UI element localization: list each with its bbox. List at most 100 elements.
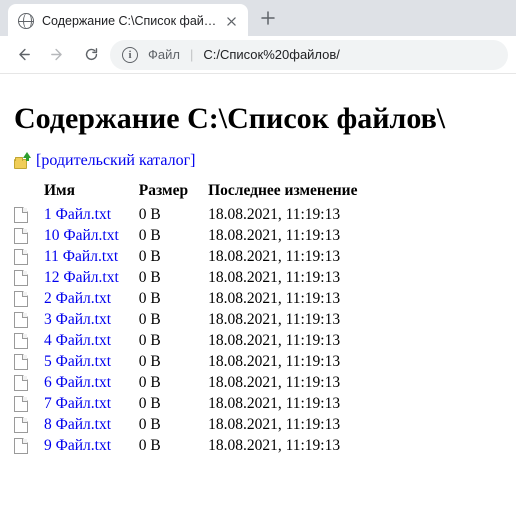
file-modified-cell: 18.08.2021, 11:19:13 [198,225,367,246]
file-icon-cell [14,330,34,351]
file-name-cell: 9 Файл.txt [34,435,129,456]
file-name-cell: 2 Файл.txt [34,288,129,309]
file-name-cell: 6 Файл.txt [34,372,129,393]
file-name-cell: 4 Файл.txt [34,330,129,351]
file-link[interactable]: 6 Файл.txt [44,374,111,391]
file-size-cell: 0 B [129,393,198,414]
site-info-icon[interactable]: i [122,47,138,63]
file-modified-cell: 18.08.2021, 11:19:13 [198,288,367,309]
file-icon-cell [14,435,34,456]
file-icon [14,207,28,223]
file-icon [14,291,28,307]
table-row: 4 Файл.txt 0 B18.08.2021, 11:19:13 [14,330,367,351]
table-row: 1 Файл.txt 0 B18.08.2021, 11:19:13 [14,204,367,225]
col-name: Имя [34,180,129,204]
file-link[interactable]: 1 Файл.txt [44,206,111,223]
file-icon [14,312,28,328]
file-modified-cell: 18.08.2021, 11:19:13 [198,246,367,267]
file-size-cell: 0 B [129,309,198,330]
file-name-cell: 12 Файл.txt [34,267,129,288]
file-size-cell: 0 B [129,330,198,351]
file-modified-cell: 18.08.2021, 11:19:13 [198,393,367,414]
file-icon-cell [14,225,34,246]
toolbar: i Файл | C:/Список%20файлов/ [0,36,516,74]
table-row: 2 Файл.txt 0 B18.08.2021, 11:19:13 [14,288,367,309]
file-modified-cell: 18.08.2021, 11:19:13 [198,267,367,288]
file-icon [14,270,28,286]
table-header-row: Имя Размер Последнее изменение [14,180,367,204]
forward-button[interactable] [42,40,72,70]
file-icon-cell [14,414,34,435]
file-link[interactable]: 7 Файл.txt [44,395,111,412]
file-link[interactable]: 12 Файл.txt [44,269,119,286]
file-size-cell: 0 B [129,351,198,372]
col-size: Размер [129,180,198,204]
file-name-cell: 5 Файл.txt [34,351,129,372]
browser-tab[interactable]: Содержание C:\Список файлов [8,4,248,38]
globe-icon [18,13,34,29]
file-name-cell: 7 Файл.txt [34,393,129,414]
file-link[interactable]: 11 Файл.txt [44,248,118,265]
file-icon-cell [14,393,34,414]
file-size-cell: 0 B [129,435,198,456]
file-icon-cell [14,246,34,267]
table-row: 5 Файл.txt0 B18.08.2021, 11:19:13 [14,351,367,372]
file-icon [14,228,28,244]
reload-button[interactable] [76,40,106,70]
file-link[interactable]: 4 Файл.txt [44,332,111,349]
file-icon-cell [14,351,34,372]
file-link[interactable]: 10 Файл.txt [44,227,119,244]
url-scheme: Файл [148,47,180,62]
file-name-cell: 11 Файл.txt [34,246,129,267]
file-size-cell: 0 B [129,246,198,267]
file-link[interactable]: 5 Файл.txt [44,353,111,370]
file-modified-cell: 18.08.2021, 11:19:13 [198,414,367,435]
file-size-cell: 0 B [129,288,198,309]
tab-bar: Содержание C:\Список файлов [0,0,516,36]
up-folder-icon [14,153,30,169]
tab-title: Содержание C:\Список файлов [42,14,217,28]
table-row: 7 Файл.txt 0 B18.08.2021, 11:19:13 [14,393,367,414]
file-link[interactable]: 3 Файл.txt [44,311,111,328]
file-icon [14,396,28,412]
file-icon-cell [14,288,34,309]
file-icon-cell [14,267,34,288]
file-modified-cell: 18.08.2021, 11:19:13 [198,204,367,225]
file-table: Имя Размер Последнее изменение 1 Файл.tx… [14,180,367,456]
file-icon [14,375,28,391]
file-icon [14,333,28,349]
file-size-cell: 0 B [129,267,198,288]
file-link[interactable]: 9 Файл.txt [44,437,111,454]
file-size-cell: 0 B [129,204,198,225]
page-content: Содержание C:\Список файлов\ [родительск… [0,74,516,470]
back-button[interactable] [8,40,38,70]
close-tab-button[interactable] [225,14,238,28]
file-icon [14,354,28,370]
file-icon [14,417,28,433]
table-row: 11 Файл.txt 0 B18.08.2021, 11:19:13 [14,246,367,267]
file-icon-cell [14,204,34,225]
table-row: 10 Файл.txt0 B18.08.2021, 11:19:13 [14,225,367,246]
parent-directory-row: [родительский каталог] [14,152,502,170]
file-size-cell: 0 B [129,414,198,435]
table-row: 8 Файл.txt 0 B18.08.2021, 11:19:13 [14,414,367,435]
file-name-cell: 1 Файл.txt [34,204,129,225]
new-tab-button[interactable] [254,4,282,32]
file-link[interactable]: 2 Файл.txt [44,290,111,307]
file-link[interactable]: 8 Файл.txt [44,416,111,433]
file-modified-cell: 18.08.2021, 11:19:13 [198,330,367,351]
file-icon-cell [14,372,34,393]
file-modified-cell: 18.08.2021, 11:19:13 [198,372,367,393]
col-modified: Последнее изменение [198,180,367,204]
table-row: 6 Файл.txt 0 B18.08.2021, 11:19:13 [14,372,367,393]
address-bar[interactable]: i Файл | C:/Список%20файлов/ [110,40,508,70]
file-name-cell: 8 Файл.txt [34,414,129,435]
file-modified-cell: 18.08.2021, 11:19:13 [198,435,367,456]
url-path: C:/Список%20файлов/ [203,47,340,62]
browser-chrome: Содержание C:\Список файлов i Файл | C:/… [0,0,516,74]
file-size-cell: 0 B [129,372,198,393]
file-icon [14,438,28,454]
table-row: 9 Файл.txt 0 B18.08.2021, 11:19:13 [14,435,367,456]
table-row: 3 Файл.txt0 B18.08.2021, 11:19:13 [14,309,367,330]
parent-directory-link[interactable]: [родительский каталог] [36,152,195,170]
